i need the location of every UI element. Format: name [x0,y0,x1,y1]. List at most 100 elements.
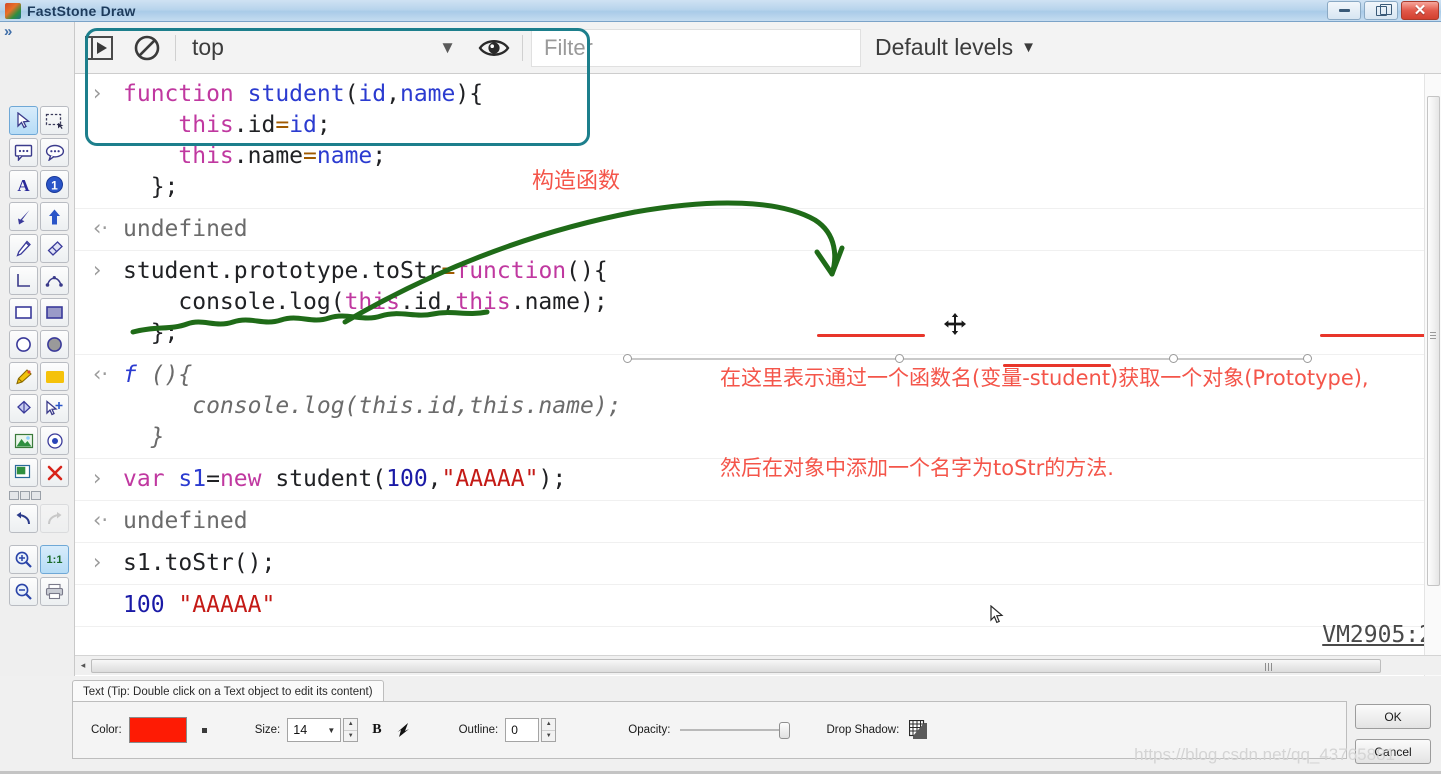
tool-spacer [9,536,71,545]
callout-rect-tool[interactable] [9,138,38,167]
callout-bubble-tool[interactable] [40,138,69,167]
outline-width-input[interactable]: 0 [505,718,540,742]
color-swatch[interactable] [128,717,187,743]
marquee-select-tool[interactable] [40,106,69,135]
code-token: id [358,81,387,107]
clear-console-button[interactable] [123,22,171,74]
ellipse-tool[interactable] [9,330,38,359]
undo-button[interactable] [9,504,38,533]
execute-snippet-button[interactable] [75,22,123,74]
scrollbar-thumb[interactable] [1427,96,1440,586]
execution-context-selector[interactable]: top ▼ [180,22,470,74]
curve-tool[interactable] [40,266,69,295]
scroll-left-arrow-icon[interactable]: ◂ [75,660,91,671]
font-size-dropdown[interactable]: 14 ▼ [287,718,342,742]
dashed-rectangle-icon [45,113,64,129]
code-token: }; [123,174,179,200]
stepper-up-icon[interactable]: ▲ [542,719,556,731]
prompt-caret-icon: › [93,466,102,490]
stepper-down-icon[interactable]: ▼ [344,731,357,742]
filled-ellipse-tool[interactable] [40,330,69,359]
close-button[interactable]: ✕ [1401,1,1439,20]
opacity-slider[interactable] [680,722,791,739]
paint-bucket-icon [17,400,31,414]
log-levels-selector[interactable]: Default levels ▼ [875,34,1036,61]
zoom-in-button[interactable] [9,545,38,574]
paint-bucket-tool[interactable] [9,394,38,423]
ok-button[interactable]: OK [1355,704,1431,729]
outline-stepper[interactable]: ▲ ▼ [541,718,557,742]
stepper-down-icon[interactable]: ▼ [542,731,555,742]
expand-panel-icon[interactable]: » [4,23,12,40]
clone-cursor-tool[interactable] [40,394,69,423]
code-token: ; [316,112,331,138]
code-token: student [247,81,345,107]
selection-handle-left[interactable] [623,354,632,363]
letter-a-icon: A [17,176,30,194]
color-fill-tool[interactable] [40,362,69,391]
pencil-tool[interactable] [9,234,38,263]
eraser-tool[interactable] [40,234,69,263]
console-sidebar-toggle[interactable] [470,22,518,74]
selection-handle-right[interactable] [1169,354,1178,363]
arrow-tool[interactable] [9,202,38,231]
code-token: student.prototype.toStr [123,258,442,284]
window-titlebar[interactable]: FastStone Draw ✕ [0,0,1441,22]
select-arrow-tool[interactable] [9,106,38,135]
rectangle-tool[interactable] [9,298,38,327]
selection-handle-mid[interactable] [895,354,904,363]
drop-shadow-button[interactable] [909,719,928,740]
code-token: ){ [455,81,484,107]
numbered-step-tool[interactable]: 1 [40,170,69,199]
italic-button[interactable] [396,722,411,738]
tab-text-properties[interactable]: Text (Tip: Double click on a Text object… [72,680,384,702]
selection-handle-end[interactable] [1303,354,1312,363]
red-x-icon [47,465,62,480]
mouse-cursor-icon [990,605,1004,624]
devtools-console-toolbar: top ▼ Filter Default levels ▼ [75,22,1441,74]
console-vertical-scrollbar[interactable] [1424,74,1441,676]
arrow-diagonal-icon [17,209,29,224]
pencil-icon [16,240,31,257]
opacity-knob[interactable] [779,722,791,739]
code-token: 100 [386,466,428,492]
highlighter-tool[interactable] [9,362,38,391]
shadow-tool[interactable] [9,458,38,487]
up-arrow-tool[interactable] [40,202,69,231]
filled-rectangle-tool[interactable] [40,298,69,327]
restore-button[interactable] [1364,1,1398,20]
print-button[interactable] [40,577,69,606]
zoom-out-button[interactable] [9,577,38,606]
speech-box-icon [14,144,33,161]
more-colors-icon[interactable] [201,727,207,733]
cursor-arrow-icon [17,112,31,129]
horizontal-scroll-track[interactable] [91,658,1381,673]
window-title: FastStone Draw [27,2,136,19]
move-cursor-icon [944,313,966,335]
bold-button[interactable]: B [372,722,381,738]
code-token: f [123,362,137,388]
delete-tool[interactable] [40,458,69,487]
line-tool[interactable] [9,266,38,295]
red-underline-3 [1003,364,1111,367]
code-token: s1 [178,466,207,492]
drawing-canvas[interactable]: top ▼ Filter Default levels ▼ › function … [75,22,1441,676]
code-token: ( [344,81,359,107]
font-size-stepper[interactable]: ▲ ▼ [343,718,359,742]
code-token: = [206,466,220,492]
code-token: = [275,112,290,138]
canvas-horizontal-scrollbar[interactable]: ◂ [75,655,1441,675]
insert-image-tool[interactable] [9,426,38,455]
stepper-up-icon[interactable]: ▲ [344,719,358,731]
execute-snippet-icon [85,35,113,60]
spotlight-tool[interactable] [40,426,69,455]
actual-size-button[interactable]: 1:1 [40,545,69,574]
clear-console-icon [134,35,160,60]
filter-input[interactable]: Filter [531,28,861,67]
minimize-button[interactable] [1327,1,1361,20]
app-logo-icon [5,2,21,19]
undo-arrow-icon [16,511,30,524]
console-source-link[interactable]: VM2905:2 [1322,622,1433,648]
text-object-selection-box[interactable] [623,276,1312,363]
text-tool[interactable]: A [9,170,38,199]
